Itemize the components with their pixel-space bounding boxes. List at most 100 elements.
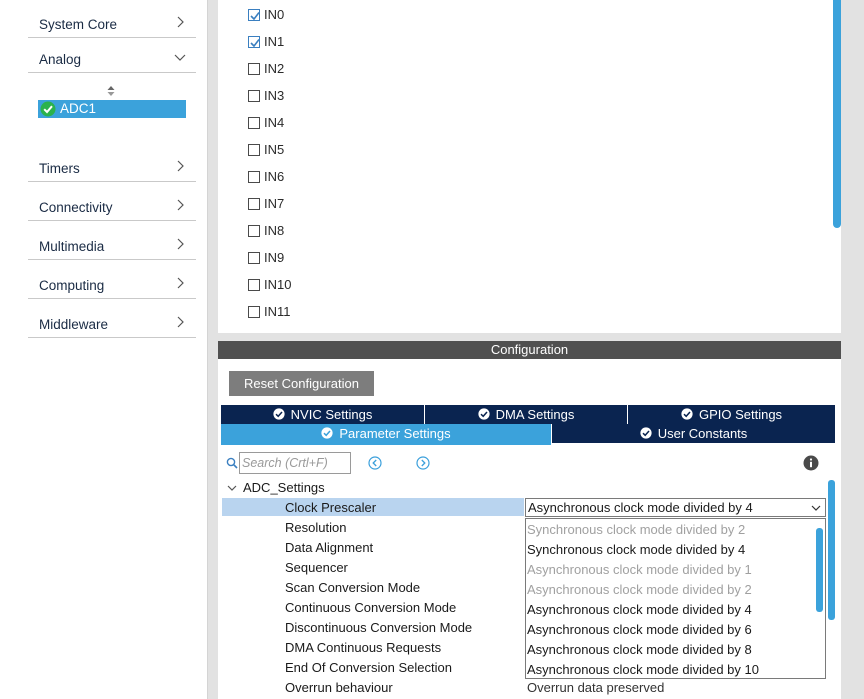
category-label: System Core xyxy=(39,17,118,32)
param-clock-prescaler[interactable]: Clock Prescaler xyxy=(285,500,376,515)
chevron-right-icon xyxy=(177,316,184,328)
tab-gpio-settings[interactable]: GPIO Settings xyxy=(628,405,835,424)
checkbox[interactable] xyxy=(248,144,260,156)
channel-label: IN5 xyxy=(264,142,285,157)
category-label: Analog xyxy=(39,52,82,67)
checkbox-checked[interactable] xyxy=(248,9,260,21)
channel-label: IN9 xyxy=(264,250,285,265)
channel-label: IN7 xyxy=(264,196,285,211)
tab-nvic-settings[interactable]: NVIC Settings xyxy=(221,405,424,424)
checkbox[interactable] xyxy=(248,63,260,75)
param-sequencer[interactable]: Sequencer xyxy=(285,560,348,575)
check-circle-icon xyxy=(40,101,56,117)
category-system-core[interactable]: System Core xyxy=(28,0,196,38)
param-scan-conversion-mode[interactable]: Scan Conversion Mode xyxy=(285,580,420,595)
category-label: Multimedia xyxy=(39,239,105,254)
category-label: Middleware xyxy=(39,317,109,332)
select-value: Asynchronous clock mode divided by 4 xyxy=(528,500,753,515)
reset-configuration-button[interactable]: Reset Configuration xyxy=(229,371,374,396)
channel-label: IN4 xyxy=(264,115,285,130)
search-icon xyxy=(226,457,238,469)
dropdown-option[interactable]: Synchronous clock mode divided by 4 xyxy=(527,542,745,562)
category-connectivity[interactable]: Connectivity xyxy=(28,183,196,221)
dropdown-option: Asynchronous clock mode divided by 2 xyxy=(527,582,752,597)
channel-label: IN6 xyxy=(264,169,285,184)
param-resolution[interactable]: Resolution xyxy=(285,520,346,535)
tab-label: GPIO Settings xyxy=(698,407,783,422)
check-circle-icon xyxy=(681,408,693,420)
chevron-right-icon xyxy=(177,16,184,28)
channel-label: IN11 xyxy=(264,304,291,319)
param-dma-continuous-requests[interactable]: DMA Continuous Requests xyxy=(285,640,441,655)
category-analog[interactable]: Analog xyxy=(28,35,196,73)
tab-label: DMA Settings xyxy=(495,407,575,422)
category-computing[interactable]: Computing xyxy=(28,261,196,299)
checkbox[interactable] xyxy=(248,198,260,210)
dropdown-option[interactable]: Asynchronous clock mode divided by 6 xyxy=(527,622,752,642)
panel-splitter[interactable] xyxy=(208,0,218,699)
sort-icon[interactable] xyxy=(105,85,117,97)
checkbox-checked[interactable] xyxy=(248,36,260,48)
chevron-down-icon xyxy=(174,54,186,61)
overrun-value[interactable]: Overrun data preserved xyxy=(527,680,664,695)
category-label: Connectivity xyxy=(39,200,113,215)
param-data-alignment[interactable]: Data Alignment xyxy=(285,540,373,555)
channel-label: IN2 xyxy=(264,61,285,76)
checkbox[interactable] xyxy=(248,225,260,237)
param-discontinuous-conversion-mode[interactable]: Discontinuous Conversion Mode xyxy=(285,620,472,635)
dropdown-option: Synchronous clock mode divided by 2 xyxy=(527,522,746,537)
search-next-icon[interactable] xyxy=(416,456,430,470)
channel-list: IN0 IN1 IN2 IN3 IN4 IN5 IN6 IN7 IN8 IN9 … xyxy=(218,0,841,333)
category-timers[interactable]: Timers xyxy=(28,144,196,182)
config-scrollbar[interactable] xyxy=(828,480,835,620)
clock-prescaler-select[interactable]: Asynchronous clock mode divided by 4 xyxy=(525,498,826,517)
tab-label: Parameter Settings xyxy=(339,426,451,441)
search-previous-icon[interactable] xyxy=(368,456,382,470)
category-panel: System Core Analog ADC1 Timers Connectiv… xyxy=(0,0,208,699)
check-circle-icon xyxy=(273,408,285,420)
chevron-right-icon xyxy=(177,160,184,172)
configuration-header: Configuration xyxy=(218,341,841,359)
channel-label: IN3 xyxy=(264,88,285,103)
analog-item-adc1[interactable]: ADC1 xyxy=(38,100,186,118)
checkbox[interactable] xyxy=(248,306,260,318)
chevron-right-icon xyxy=(177,277,184,289)
info-icon[interactable] xyxy=(803,455,819,471)
checkbox[interactable] xyxy=(248,252,260,264)
dropdown-option[interactable]: Asynchronous clock mode divided by 4 xyxy=(527,602,752,622)
check-circle-icon xyxy=(640,427,652,439)
tab-dma-settings[interactable]: DMA Settings xyxy=(425,405,627,424)
dropdown-option: Asynchronous clock mode divided by 1 xyxy=(527,562,752,577)
checkbox[interactable] xyxy=(248,90,260,102)
group-label-adc-settings: ADC_Settings xyxy=(243,480,325,495)
chevron-down-icon[interactable] xyxy=(227,483,237,493)
checkbox[interactable] xyxy=(248,279,260,291)
channel-list-scrollbar[interactable] xyxy=(833,0,841,228)
checkbox[interactable] xyxy=(248,117,260,129)
param-end-of-conversion-selection[interactable]: End Of Conversion Selection xyxy=(285,660,452,675)
category-multimedia[interactable]: Multimedia xyxy=(28,222,196,260)
channel-label: IN1 xyxy=(264,34,285,49)
category-middleware[interactable]: Middleware xyxy=(28,300,196,338)
category-label: Computing xyxy=(39,278,105,293)
category-label: Timers xyxy=(39,161,80,176)
param-overrun-behaviour[interactable]: Overrun behaviour xyxy=(285,680,393,695)
clock-prescaler-dropdown: Synchronous clock mode divided by 2 Sync… xyxy=(525,518,826,679)
adc1-label: ADC1 xyxy=(60,101,97,116)
dropdown-scrollbar[interactable] xyxy=(816,528,823,612)
search-input[interactable] xyxy=(239,452,351,474)
tab-label: NVIC Settings xyxy=(290,407,373,422)
check-circle-icon xyxy=(321,427,333,439)
param-continuous-conversion-mode[interactable]: Continuous Conversion Mode xyxy=(285,600,456,615)
dropdown-option[interactable]: Asynchronous clock mode divided by 8 xyxy=(527,642,752,662)
channel-label: IN10 xyxy=(264,277,292,292)
chevron-right-icon xyxy=(177,238,184,250)
tab-parameter-settings[interactable]: Parameter Settings xyxy=(221,424,551,445)
tab-user-constants[interactable]: User Constants xyxy=(552,424,835,443)
channel-label: IN0 xyxy=(264,7,285,22)
tab-label: User Constants xyxy=(657,426,748,441)
checkbox[interactable] xyxy=(248,171,260,183)
horizontal-splitter[interactable] xyxy=(218,333,841,341)
chevron-right-icon xyxy=(177,199,184,211)
dropdown-option[interactable]: Asynchronous clock mode divided by 10 xyxy=(527,662,759,678)
